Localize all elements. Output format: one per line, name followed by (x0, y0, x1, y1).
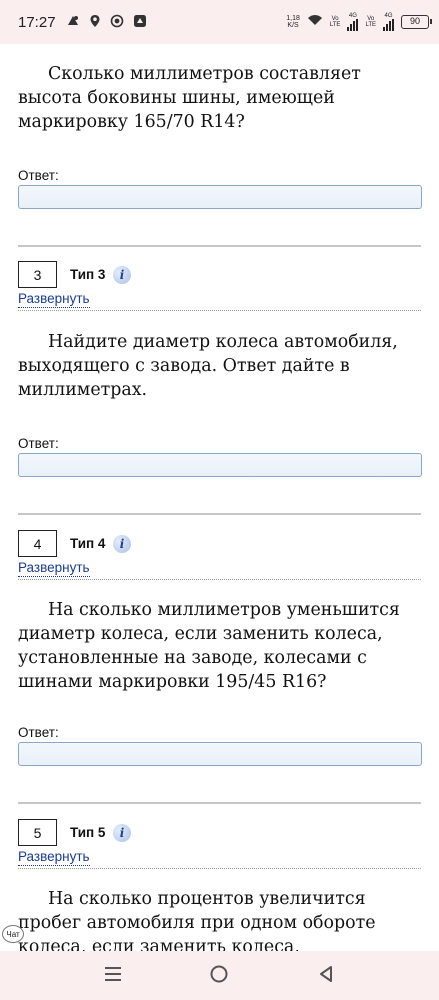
home-icon (209, 964, 229, 988)
chat-button[interactable]: Чат (2, 925, 24, 943)
expand-link[interactable]: Развернуть (18, 849, 90, 866)
sim2-volte-bottom: LTE (365, 22, 376, 28)
net-speed-value: 1,18 (286, 15, 300, 22)
app-icon (133, 14, 147, 30)
info-icon[interactable]: i (113, 266, 131, 284)
sim2-signal: 4G (383, 13, 394, 31)
status-right-icons: 1,18 K/S Vo LTE 4G Vo LTE 4G 90 (286, 13, 432, 31)
dotted-separator (18, 579, 421, 580)
battery-icon: 90 (401, 15, 432, 29)
status-bar: 17:27 1,18 K/S Vo LTE 4G Vo LTE 4G 90 (0, 0, 439, 44)
dotted-separator (18, 310, 421, 311)
task-type: Тип 5 (70, 825, 106, 840)
net-speed: 1,18 K/S (286, 15, 300, 29)
question-text: Сколько миллиметров составляет высота бо… (18, 64, 361, 132)
task-number: 5 (18, 819, 57, 846)
sim2-volte: Vo LTE (365, 16, 376, 28)
notification-icon (66, 14, 80, 30)
signal-icon (347, 19, 359, 31)
status-notification-icons (66, 14, 147, 30)
wifi-icon (307, 13, 323, 31)
status-time: 17:27 (18, 13, 56, 31)
sim1-volte: Vo LTE (330, 16, 341, 28)
task-type: Тип 4 (70, 536, 106, 551)
answer-label: Ответ: (18, 725, 59, 740)
page-content[interactable]: Сколько миллиметров составляет высота бо… (0, 44, 439, 981)
dotted-separator (18, 868, 421, 869)
net-speed-unit: K/S (287, 22, 299, 29)
menu-icon (103, 965, 123, 987)
question-text: На сколько миллиметров уменьшится диамет… (18, 600, 400, 692)
recents-button[interactable] (93, 956, 133, 996)
back-button[interactable] (306, 956, 346, 996)
task-number: 4 (18, 530, 57, 557)
question-text: Найдите диаметр колеса автомобиля, выход… (18, 332, 398, 400)
info-icon[interactable]: i (113, 535, 131, 553)
sync-icon (110, 14, 124, 30)
sim1-volte-bottom: LTE (329, 22, 341, 28)
task-divider (18, 245, 421, 247)
location-icon (89, 14, 101, 30)
task-divider (18, 802, 421, 804)
task-number: 3 (18, 261, 57, 288)
sim1-signal: 4G (347, 13, 359, 31)
answer-input[interactable] (18, 742, 422, 766)
info-icon[interactable]: i (113, 824, 131, 842)
back-icon (317, 964, 335, 988)
task-type: Тип 3 (70, 267, 106, 282)
task-divider (18, 513, 421, 515)
expand-link[interactable]: Развернуть (18, 291, 90, 308)
navigation-bar (0, 951, 439, 1000)
answer-label: Ответ: (18, 436, 59, 451)
answer-input[interactable] (18, 453, 422, 477)
answer-label: Ответ: (18, 168, 59, 183)
expand-link[interactable]: Развернуть (18, 560, 90, 577)
answer-input[interactable] (18, 185, 422, 209)
home-button[interactable] (199, 956, 239, 996)
signal-icon (383, 19, 394, 31)
